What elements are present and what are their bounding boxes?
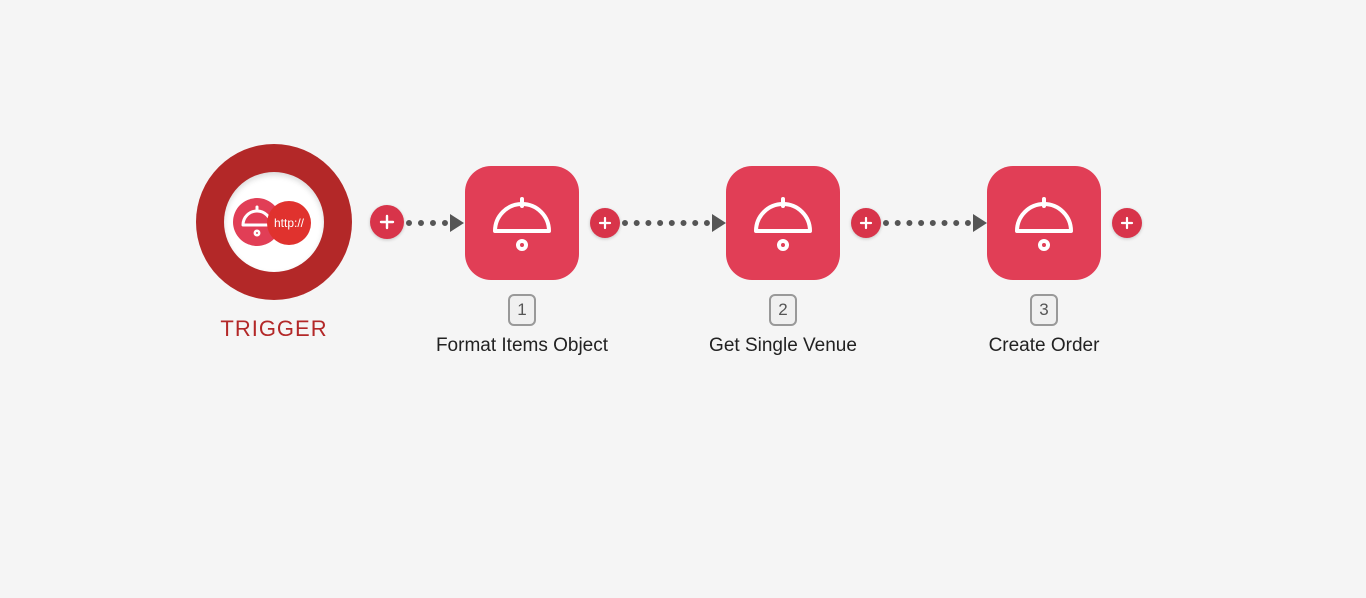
step-index-badge: 1 [508, 294, 536, 326]
cloche-icon [1009, 191, 1079, 255]
step-index-badge: 2 [769, 294, 797, 326]
step-tile [465, 166, 579, 280]
svg-text:http://: http:// [274, 216, 305, 230]
plus-icon [379, 214, 395, 230]
trigger-node[interactable]: http:// TRIGGER [196, 144, 352, 342]
connector [622, 218, 724, 228]
step-label: Format Items Object [432, 334, 612, 359]
plus-icon [859, 216, 873, 230]
trigger-app-icon: http:// [231, 193, 317, 251]
trigger-label: TRIGGER [196, 316, 352, 342]
step-label: Create Order [954, 334, 1134, 359]
plus-icon [1120, 216, 1134, 230]
connector [883, 218, 985, 228]
trigger-ring: http:// [196, 144, 352, 300]
step-tile [726, 166, 840, 280]
cloche-icon [487, 191, 557, 255]
step-label: Get Single Venue [693, 334, 873, 359]
add-step-button[interactable] [590, 208, 620, 238]
plus-icon [598, 216, 612, 230]
add-step-button[interactable] [851, 208, 881, 238]
step-node-1[interactable]: 1 Format Items Object [432, 166, 612, 359]
cloche-icon [748, 191, 818, 255]
step-index-badge: 3 [1030, 294, 1058, 326]
trigger-inner: http:// [224, 172, 324, 272]
step-node-3[interactable]: 3 Create Order [954, 166, 1134, 359]
add-step-button[interactable] [370, 205, 404, 239]
workflow-canvas[interactable]: http:// TRIGGER 1 Format Items Object [0, 0, 1366, 598]
step-node-2[interactable]: 2 Get Single Venue [693, 166, 873, 359]
step-tile [987, 166, 1101, 280]
add-step-button[interactable] [1112, 208, 1142, 238]
connector [406, 218, 462, 228]
